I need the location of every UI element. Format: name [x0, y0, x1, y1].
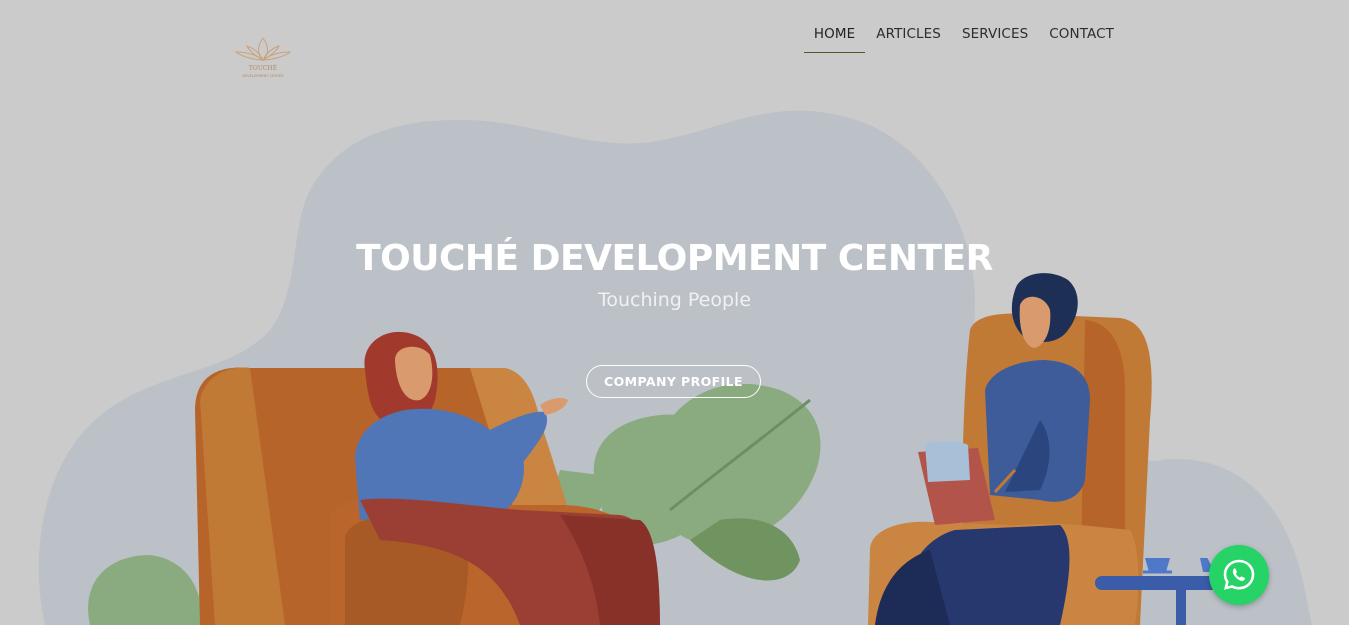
company-profile-button[interactable]: COMPANY PROFILE	[586, 365, 761, 398]
whatsapp-icon	[1223, 559, 1255, 590]
whatsapp-button[interactable]	[1209, 545, 1269, 605]
hero-section: TOUCHÉ DEVELOPMENT CENTER Touching Peopl…	[0, 238, 1349, 311]
hero-illustration	[38, 110, 1312, 625]
hero-title: TOUCHÉ DEVELOPMENT CENTER	[356, 238, 993, 279]
hero-subtitle: Touching People	[597, 289, 752, 311]
